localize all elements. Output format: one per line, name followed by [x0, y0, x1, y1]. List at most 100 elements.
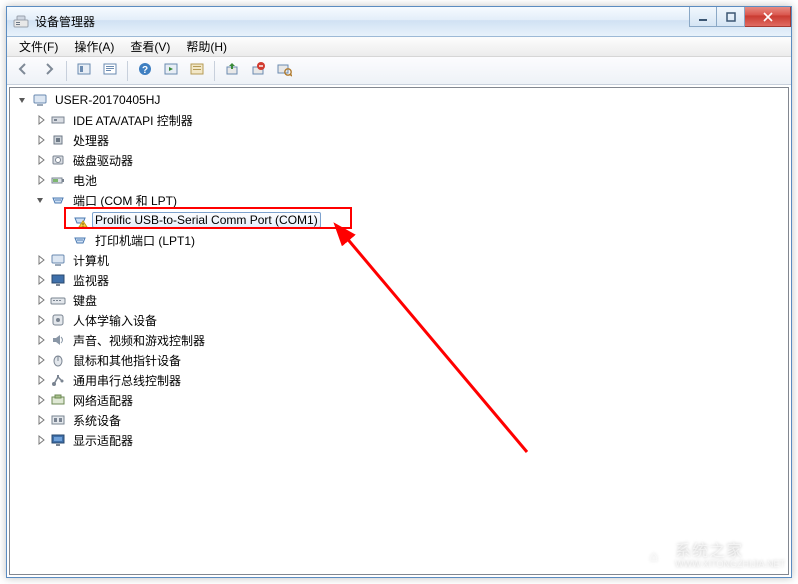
window-controls: [689, 7, 791, 27]
forward-button[interactable]: [37, 59, 61, 83]
expand-arrow-icon[interactable]: [34, 153, 48, 167]
device-tree-pane[interactable]: USER-20170405HJ IDE ATA/ATAPI 控制器 处理器 磁盘…: [9, 87, 789, 575]
expand-arrow-icon[interactable]: [34, 173, 48, 187]
expand-arrow-icon[interactable]: [34, 293, 48, 307]
expand-arrow-icon[interactable]: [34, 333, 48, 347]
update-driver-button[interactable]: [220, 59, 244, 83]
mouse-icon: [50, 352, 66, 368]
titlebar: 设备管理器: [7, 7, 791, 37]
expand-arrow-icon[interactable]: [34, 433, 48, 447]
port-icon: [50, 192, 66, 208]
cpu-icon: [50, 132, 66, 148]
tree-category-node[interactable]: 网络适配器: [12, 390, 788, 410]
tree-category-node[interactable]: 磁盘驱动器: [12, 150, 788, 170]
tree-item-label: 鼠标和其他指针设备: [70, 351, 184, 370]
scan-hardware-button[interactable]: [272, 59, 296, 83]
tree-item-label: 键盘: [70, 291, 100, 310]
tree-category-node[interactable]: 声音、视频和游戏控制器: [12, 330, 788, 350]
tree-item-label: USER-20170405HJ: [52, 92, 163, 108]
computer-icon: [32, 92, 48, 108]
window-title: 设备管理器: [35, 13, 95, 30]
tree-category-node[interactable]: 计算机: [12, 250, 788, 270]
toolbar-separator: [66, 61, 67, 81]
tree-item-label: 电池: [70, 171, 100, 190]
menu-action[interactable]: 操作(A): [66, 36, 122, 57]
keyboard-icon: [50, 292, 66, 308]
tree-category-node[interactable]: 鼠标和其他指针设备: [12, 350, 788, 370]
menu-view[interactable]: 查看(V): [122, 36, 178, 57]
expand-arrow-icon[interactable]: [34, 313, 48, 327]
expand-arrow-icon[interactable]: [34, 353, 48, 367]
tree-item-label: 通用串行总线控制器: [70, 371, 184, 390]
toolbar: ?: [7, 57, 791, 85]
tree-item-label: 计算机: [70, 251, 112, 270]
svg-text:?: ?: [142, 65, 148, 76]
tree-device-node[interactable]: Prolific USB-to-Serial Comm Port (COM1): [12, 210, 788, 230]
tree-root-node[interactable]: USER-20170405HJ: [12, 90, 788, 110]
disk-icon: [50, 152, 66, 168]
toolbar-separator: [214, 61, 215, 81]
computer-icon: [50, 252, 66, 268]
expand-arrow-icon[interactable]: [34, 413, 48, 427]
minimize-button[interactable]: [689, 7, 717, 27]
usb-icon: [50, 372, 66, 388]
system-icon: [50, 412, 66, 428]
tree-category-node[interactable]: 端口 (COM 和 LPT): [12, 190, 788, 210]
audio-icon: [50, 332, 66, 348]
app-icon: [13, 14, 29, 30]
expand-arrow-icon[interactable]: [34, 113, 48, 127]
tree-item-label: 打印机端口 (LPT1): [92, 231, 198, 250]
net-icon: [50, 392, 66, 408]
expand-arrow-icon[interactable]: [34, 273, 48, 287]
tree-category-node[interactable]: 通用串行总线控制器: [12, 370, 788, 390]
tree-item-label: 磁盘驱动器: [70, 151, 136, 170]
tree-category-node[interactable]: 显示适配器: [12, 430, 788, 450]
port-icon: [72, 232, 88, 248]
menu-help[interactable]: 帮助(H): [178, 36, 235, 57]
device-manager-window: 设备管理器 文件(F) 操作(A) 查看(V) 帮助(H) ?: [6, 6, 792, 578]
help-icon: ?: [137, 61, 153, 80]
tree-item-label: 网络适配器: [70, 391, 136, 410]
tree-item-label: 监视器: [70, 271, 112, 290]
hid-icon: [50, 312, 66, 328]
expand-arrow-icon[interactable]: [34, 193, 48, 207]
properties-button[interactable]: [98, 59, 122, 83]
properties-icon: [102, 61, 118, 80]
tree-device-node[interactable]: 打印机端口 (LPT1): [12, 230, 788, 250]
tree-item-label: 人体学输入设备: [70, 311, 160, 330]
refresh-button[interactable]: [159, 59, 183, 83]
help-button[interactable]: ?: [133, 59, 157, 83]
expand-arrow-icon[interactable]: [16, 93, 30, 107]
battery-icon: [50, 172, 66, 188]
close-button[interactable]: [745, 7, 791, 27]
back-icon: [15, 61, 31, 80]
expand-arrow-icon[interactable]: [34, 253, 48, 267]
maximize-button[interactable]: [717, 7, 745, 27]
expand-arrow-icon[interactable]: [34, 393, 48, 407]
menubar: 文件(F) 操作(A) 查看(V) 帮助(H): [7, 37, 791, 57]
show-hidden-icon: [76, 61, 92, 80]
tree-category-node[interactable]: IDE ATA/ATAPI 控制器: [12, 110, 788, 130]
uninstall-icon: [250, 61, 266, 80]
uninstall-button[interactable]: [246, 59, 270, 83]
action-icon: [189, 61, 205, 80]
display-icon: [50, 432, 66, 448]
ide-icon: [50, 112, 66, 128]
expand-arrow-icon[interactable]: [34, 373, 48, 387]
tree-item-label: Prolific USB-to-Serial Comm Port (COM1): [92, 212, 321, 228]
tree-item-label: 端口 (COM 和 LPT): [70, 191, 180, 210]
menu-file[interactable]: 文件(F): [11, 36, 66, 57]
tree-category-node[interactable]: 系统设备: [12, 410, 788, 430]
tree-category-node[interactable]: 监视器: [12, 270, 788, 290]
show-hidden-button[interactable]: [72, 59, 96, 83]
tree-category-node[interactable]: 电池: [12, 170, 788, 190]
expand-arrow-icon[interactable]: [34, 133, 48, 147]
tree-category-node[interactable]: 处理器: [12, 130, 788, 150]
back-button[interactable]: [11, 59, 35, 83]
tree-category-node[interactable]: 键盘: [12, 290, 788, 310]
tree-item-label: IDE ATA/ATAPI 控制器: [70, 111, 196, 130]
monitor-icon: [50, 272, 66, 288]
scan-hardware-icon: [276, 61, 292, 80]
action-button[interactable]: [185, 59, 209, 83]
tree-category-node[interactable]: 人体学输入设备: [12, 310, 788, 330]
